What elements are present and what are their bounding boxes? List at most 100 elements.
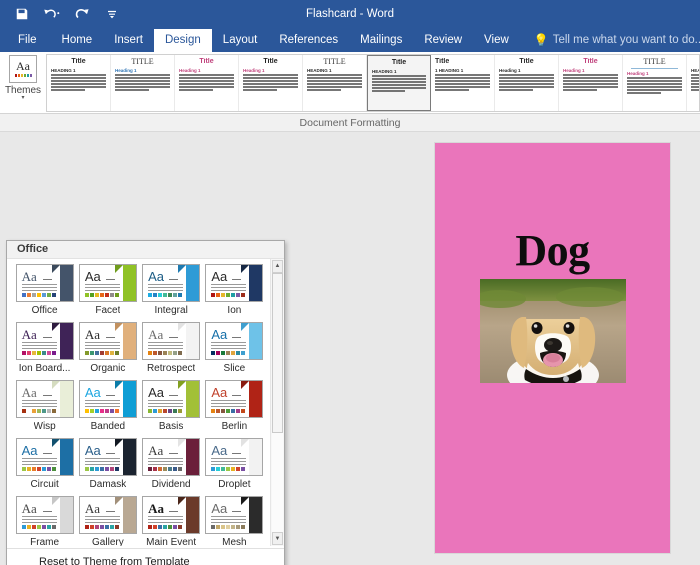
themes-thumbnail-icon: Aa (9, 55, 37, 83)
theme-thumbnail: Aa (142, 437, 201, 476)
save-icon[interactable] (8, 2, 36, 26)
theme-preview-lines (148, 457, 184, 465)
undo-icon[interactable] (38, 2, 66, 26)
style-set-title: Title (691, 58, 699, 66)
tell-me-box[interactable]: 💡 Tell me what you want to do... (520, 29, 700, 52)
customize-qat-icon[interactable] (98, 2, 126, 26)
document-page[interactable]: Dog (435, 143, 670, 553)
themes-gallery[interactable]: Aa Office Aa Facet Aa Integral Aa Ion Aa Ion Boar… (7, 259, 270, 546)
theme-item-basis[interactable]: Aa Basis (140, 379, 203, 438)
style-set-title: Title (519, 58, 534, 65)
style-set-card[interactable]: Title HEADING 1 (47, 55, 111, 111)
style-set-card[interactable]: TITLE Heading 1 (111, 55, 175, 111)
theme-page-fold-icon (178, 496, 187, 505)
theme-item-slice[interactable]: Aa Slice (203, 321, 266, 380)
theme-name-label: Wisp (33, 420, 56, 432)
theme-page-fold-icon (178, 322, 187, 331)
theme-item-berlin[interactable]: Aa Berlin (203, 379, 266, 438)
tab-design[interactable]: Design (153, 29, 212, 52)
theme-accent-band (122, 380, 136, 417)
scrollbar-thumb[interactable] (272, 272, 283, 434)
theme-color-swatches (148, 350, 183, 355)
chevron-down-icon[interactable]: ▾ (21, 95, 24, 101)
theme-name-label: Gallery (92, 536, 124, 547)
theme-item-ion[interactable]: Aa Ion (203, 263, 266, 322)
style-set-title: TITLE (643, 58, 666, 66)
theme-dash-mark (42, 452, 52, 454)
theme-item-banded[interactable]: Aa Banded (76, 379, 139, 438)
theme-item-facet[interactable]: Aa Facet (76, 263, 139, 322)
tab-layout[interactable]: Layout (212, 29, 269, 52)
theme-item-wisp[interactable]: Aa Wisp (13, 379, 76, 438)
page-title[interactable]: Dog (435, 227, 670, 275)
theme-thumbnail: Aa (205, 321, 264, 360)
theme-item-integral[interactable]: Aa Integral (140, 263, 203, 322)
menu-item-reset-to-theme-from-template[interactable]: Reset to Theme from Template (7, 552, 284, 565)
style-set-card[interactable]: TITLE Heading 1 (623, 55, 687, 111)
theme-item-droplet[interactable]: Aa Droplet (203, 437, 266, 496)
dog-photo[interactable] (479, 279, 626, 383)
theme-preview-lines (84, 399, 120, 407)
theme-item-main-event[interactable]: Aa Main Event (140, 495, 203, 546)
scroll-up-icon[interactable]: ▲ (272, 259, 283, 273)
theme-item-dividend[interactable]: Aa Dividend (140, 437, 203, 496)
style-set-card[interactable]: Title 1 HEADING 1 (431, 55, 495, 111)
theme-aa-glyph: Aa (84, 326, 101, 342)
theme-preview-lines (148, 341, 184, 349)
theme-name-label: Dividend (151, 478, 191, 490)
style-set-card[interactable]: TITLE HEADING 1 (303, 55, 367, 111)
style-set-card[interactable]: Title HEADING 1 (367, 55, 431, 111)
theme-color-swatches (84, 466, 119, 471)
ribbon-tab-bar: File Home Insert Design Layout Reference… (0, 28, 700, 52)
theme-preview-lines (211, 341, 247, 349)
theme-name-label: Organic (90, 362, 126, 374)
themes-button[interactable]: Aa Themes ▾ (0, 52, 46, 113)
scrollbar-track[interactable] (272, 272, 283, 533)
theme-page-fold-icon (51, 322, 60, 331)
themes-gallery-wrapper: Aa Office Aa Facet Aa Integral Aa Ion Aa Ion Boar… (7, 258, 284, 547)
theme-page-fold-icon (178, 438, 187, 447)
style-set-card[interactable]: Title Heading 1 (495, 55, 559, 111)
theme-preview-lines (21, 283, 57, 291)
tab-view[interactable]: View (473, 29, 520, 52)
document-workspace[interactable]: Dog Office Aa Office Aa Facet Aa Integra… (0, 132, 700, 565)
tab-references[interactable]: References (268, 29, 349, 52)
style-set-heading: Heading 1 (499, 68, 521, 73)
style-set-title: Title (199, 58, 214, 65)
style-set-card[interactable]: Title Heading 1 (175, 55, 239, 111)
theme-item-circuit[interactable]: Aa Circuit (13, 437, 76, 496)
theme-item-ion-board[interactable]: Aa Ion Board... (13, 321, 76, 380)
tab-insert[interactable]: Insert (103, 29, 154, 52)
theme-page-fold-icon (51, 438, 60, 447)
style-set-card[interactable]: Title Heading 1 (239, 55, 303, 111)
themes-swatch-strip (14, 74, 32, 77)
style-set-card[interactable]: Title Heading 1 (559, 55, 623, 111)
theme-item-retrospect[interactable]: Aa Retrospect (140, 321, 203, 380)
theme-item-gallery[interactable]: Aa Gallery (76, 495, 139, 547)
theme-aa-glyph: Aa (84, 384, 101, 400)
theme-item-organic[interactable]: Aa Organic (76, 321, 139, 380)
redo-icon[interactable] (68, 2, 96, 26)
tab-review[interactable]: Review (413, 29, 473, 52)
theme-color-swatches (211, 292, 246, 297)
scroll-down-icon[interactable]: ▼ (272, 532, 283, 546)
theme-dash-mark (105, 394, 115, 396)
style-set-gallery[interactable]: Title HEADING 1 TITLE Heading 1 Title Heading… (46, 54, 700, 112)
theme-accent-band (249, 496, 263, 533)
style-set-card[interactable]: Title HEADING 1 (687, 55, 699, 111)
tab-home[interactable]: Home (51, 29, 104, 52)
tab-file[interactable]: File (4, 29, 51, 52)
themes-gallery-scrollbar[interactable]: ▲ ▼ (270, 258, 284, 547)
theme-preview-lines (84, 283, 120, 291)
style-set-rule (631, 68, 678, 69)
theme-dash-mark (169, 336, 179, 338)
theme-page-fold-icon (114, 322, 123, 331)
theme-item-frame[interactable]: Aa Frame (13, 495, 76, 546)
tab-mailings[interactable]: Mailings (349, 29, 413, 52)
theme-item-office[interactable]: Aa Office (13, 263, 76, 322)
themes-dropdown-panel[interactable]: Office Aa Office Aa Facet Aa Integral Aa Ion Aa I… (6, 240, 285, 565)
theme-item-damask[interactable]: Aa Damask (76, 437, 139, 496)
theme-dash-mark (232, 394, 242, 396)
theme-aa-glyph: Aa (148, 268, 165, 284)
theme-item-mesh[interactable]: Aa Mesh (203, 495, 266, 546)
